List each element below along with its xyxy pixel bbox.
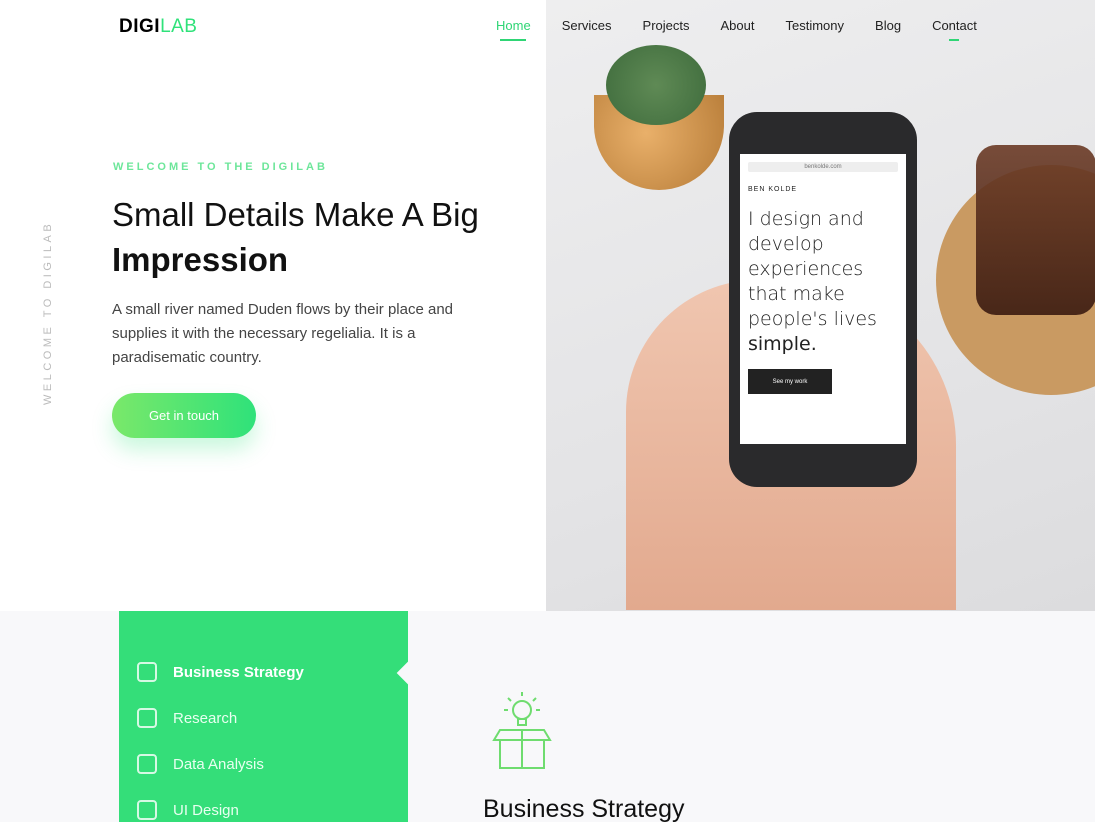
hero-title: Small Details Make A Big Impression	[112, 196, 479, 278]
nav-services[interactable]: Services	[562, 18, 612, 41]
hero-description: A small river named Duden flows by their…	[112, 301, 454, 366]
services-menu: Business Strategy Research Data Analysis…	[119, 611, 408, 822]
service-title: Business Strategy	[483, 795, 685, 823]
nav-testimony[interactable]: Testimony	[786, 18, 845, 41]
vertical-welcome-text: WELCOME TO DIGILAB	[42, 220, 54, 405]
data-analysis-icon	[137, 754, 157, 774]
research-icon	[137, 708, 157, 728]
nav-projects[interactable]: Projects	[643, 18, 690, 41]
phone-screen: benkolde.com BEN KOLDE I design and deve…	[740, 154, 906, 444]
get-in-touch-button[interactable]: Get in touch	[112, 393, 256, 438]
nav-blog[interactable]: Blog	[875, 18, 901, 41]
phone: benkolde.com BEN KOLDE I design and deve…	[729, 112, 917, 487]
logo[interactable]: DIGILAB	[119, 16, 197, 38]
plant	[606, 45, 706, 125]
service-data-analysis[interactable]: Data Analysis	[119, 741, 408, 787]
ui-design-icon	[137, 800, 157, 820]
service-ui-design[interactable]: UI Design	[119, 787, 408, 833]
hero-eyebrow: WELCOME TO THE DIGILAB	[113, 161, 328, 173]
glass	[976, 145, 1095, 315]
nav-about[interactable]: About	[721, 18, 755, 41]
lightbulb-box-icon	[492, 692, 552, 769]
nav-home[interactable]: Home	[496, 18, 531, 41]
hero-image: benkolde.com BEN KOLDE I design and deve…	[546, 0, 1095, 611]
nav-contact[interactable]: Contact	[932, 18, 977, 41]
main-nav: Home Services Projects About Testimony B…	[496, 18, 1008, 41]
service-business-strategy[interactable]: Business Strategy	[119, 649, 408, 695]
business-strategy-icon	[137, 662, 157, 682]
service-research[interactable]: Research	[119, 695, 408, 741]
